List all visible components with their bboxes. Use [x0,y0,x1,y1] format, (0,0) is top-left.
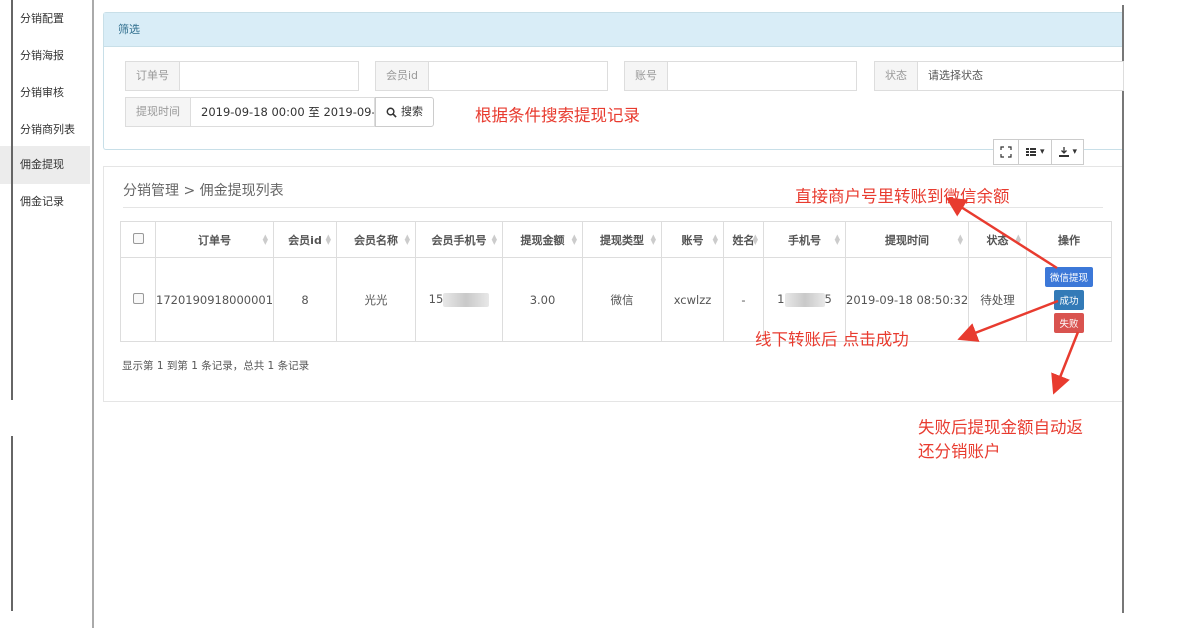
annotation-fail-note-line2: 还分销账户 [918,442,1001,461]
table-toolbar: ▾ ▾ [993,139,1085,165]
column-header-name[interactable]: 姓名 ▲ ▼ [723,221,764,258]
sidebar: 分销配置 分销海报 分销审核 分销商列表 佣金提现 佣金记录 [0,0,94,628]
order-no-filter: 订单号 [125,61,359,91]
column-header-order-no[interactable]: 订单号 ▲ ▼ [155,221,274,258]
sidebar-item-commission-withdraw[interactable]: 佣金提现 [0,146,90,184]
withdraw-time-label: 提现时间 [125,97,190,127]
redacted-phone [784,292,825,307]
member-id-input[interactable] [428,61,609,91]
export-icon [1058,147,1069,157]
page-title: 分销管理 > 佣金提现列表 [123,183,284,199]
export-button[interactable]: ▾ [1050,139,1085,165]
annotation-fail-note-line1: 失败后提现金额自动返 [918,418,1083,437]
sidebar-item-distributor-list[interactable]: 分销商列表 [0,111,90,149]
account-label: 账号 [624,61,667,91]
column-header-withdraw-time[interactable]: 提现时间 ▲ ▼ [845,221,969,258]
fullscreen-button[interactable] [993,139,1019,165]
member-name-cell: 光光 [336,257,416,342]
sort-icon[interactable]: ▲ ▼ [713,234,718,246]
sort-icon[interactable]: ▲ ▼ [405,234,410,246]
sidebar-item-commission-records[interactable]: 佣金记录 [0,183,90,221]
account-cell: xcwlzz [661,257,724,342]
sort-icon[interactable]: ▲ ▼ [835,234,840,246]
wechat-withdraw-button[interactable]: 微信提现 [1044,266,1093,287]
status-filter: 状态 请选择状态 [874,61,1124,91]
sort-icon[interactable]: ▲ ▼ [1016,234,1021,246]
column-header-withdraw-type[interactable]: 提现类型 ▲ ▼ [582,221,662,258]
right-border-line [1122,5,1124,613]
filter-panel-title: 筛选 [104,13,1122,47]
row-checkbox[interactable] [132,292,144,304]
table-row: 1720190918000001 8 光光 15 3.00 微信 xcwlzz … [120,257,1112,342]
left-border-line [11,0,13,400]
search-icon [386,107,397,118]
row-select-cell [120,257,156,342]
member-id-filter: 会员id [375,61,609,91]
actions-cell: 微信提现 成功 失败 [1026,257,1112,342]
sidebar-item-distribution-review[interactable]: 分销审核 [0,74,90,112]
column-header-member-id[interactable]: 会员id ▲ ▼ [273,221,337,258]
column-header-amount[interactable]: 提现金额 ▲ ▼ [502,221,583,258]
order-no-input[interactable] [179,61,359,91]
select-all-checkbox[interactable] [132,232,144,244]
withdraw-table: 订单号 ▲ ▼ 会员id ▲ ▼ 会员名称 ▲ ▼ 会员手机号 ▲ ▼ 提现金额 ▲ ▼ 提现类型 ▲… [120,221,1112,342]
column-header-account[interactable]: 账号 ▲ ▼ [661,221,724,258]
amount-cell: 3.00 [502,257,583,342]
sort-icon[interactable]: ▲ ▼ [263,234,268,246]
chevron-down-icon: ▾ [1072,147,1078,157]
member-id-cell: 8 [273,257,337,342]
redacted-phone [443,292,490,307]
column-header-phone[interactable]: 手机号 ▲ ▼ [763,221,846,258]
account-filter: 账号 [624,61,857,91]
mark-success-button[interactable]: 成功 [1054,289,1084,310]
sort-icon[interactable]: ▲ ▼ [753,234,758,246]
sort-icon[interactable]: ▲ ▼ [326,234,331,246]
member-phone-cell: 15 [415,257,503,342]
columns-button[interactable]: ▾ [1018,139,1052,165]
column-header-status[interactable]: 状态 ▲ ▼ [968,221,1027,258]
sort-icon[interactable]: ▲ ▼ [572,234,577,246]
sidebar-item-distribution-poster[interactable]: 分销海报 [0,37,90,75]
status-label: 状态 [874,61,917,91]
withdraw-time-filter: 提现时间 2019-09-18 00:00 至 2019-09-18 23:59… [125,97,434,127]
withdraw-time-range-input[interactable]: 2019-09-18 00:00 至 2019-09-18 23:59 [190,97,375,127]
status-select[interactable]: 请选择状态 [917,61,1124,91]
annotation-search-note: 根据条件搜索提现记录 [475,106,640,125]
sidebar-item-distribution-config[interactable]: 分销配置 [0,0,90,38]
annotation-success-note: 线下转账后 点击成功 [755,330,909,349]
sort-icon[interactable]: ▲ ▼ [492,234,497,246]
fullscreen-icon [1000,146,1012,158]
columns-grid-icon [1026,148,1036,156]
table-header-row: 订单号 ▲ ▼ 会员id ▲ ▼ 会员名称 ▲ ▼ 会员手机号 ▲ ▼ 提现金额 ▲ ▼ 提现类型 ▲… [120,221,1112,258]
member-id-label: 会员id [375,61,429,91]
left-border-line [11,436,13,611]
chevron-down-icon: ▾ [1040,147,1045,157]
status-cell: 待处理 [968,257,1027,342]
search-button-label: 搜索 [401,105,423,118]
column-header-actions: 操作 [1026,221,1112,258]
account-input[interactable] [667,61,857,91]
sort-icon[interactable]: ▲ ▼ [651,234,656,246]
annotation-wechat-note: 直接商户号里转账到微信余额 [795,187,1010,206]
mark-fail-button[interactable]: 失败 [1054,312,1084,333]
order-no-cell: 1720190918000001 [155,257,274,342]
column-header-member-name[interactable]: 会员名称 ▲ ▼ [336,221,416,258]
sort-icon[interactable]: ▲ ▼ [958,234,963,246]
withdraw-type-cell: 微信 [582,257,662,342]
column-header-member-phone[interactable]: 会员手机号 ▲ ▼ [415,221,503,258]
pagination-info: 显示第 1 到第 1 条记录，总共 1 条记录 [122,360,310,372]
select-all-cell [120,221,156,258]
search-button[interactable]: 搜索 [375,97,434,127]
order-no-label: 订单号 [125,61,179,91]
